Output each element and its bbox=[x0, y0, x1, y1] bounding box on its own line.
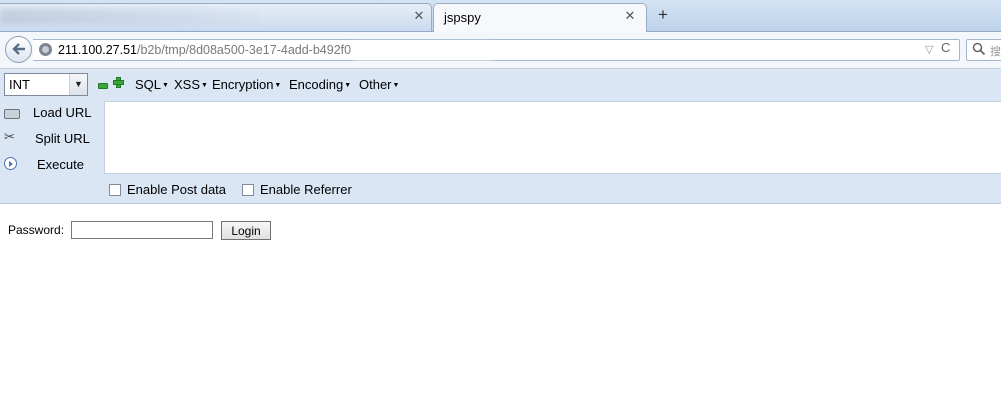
url-redaction bbox=[353, 42, 493, 60]
chevron-down-icon[interactable]: ▼ bbox=[69, 74, 87, 95]
enable-post-data-option[interactable]: Enable Post data bbox=[109, 182, 226, 198]
url-history-dropdown-icon[interactable]: ▽ bbox=[925, 43, 933, 56]
post-data-checkbox[interactable] bbox=[109, 184, 121, 196]
tab-strip: ✕ jspspy ✕ + bbox=[0, 0, 1001, 32]
menu-xss[interactable]: XSS▼ bbox=[174, 77, 208, 92]
url-host: 211.100.27.51 bbox=[58, 43, 138, 57]
menu-sql-label: SQL bbox=[135, 77, 162, 92]
password-label: Password: bbox=[8, 223, 65, 237]
enable-referrer-option[interactable]: Enable Referrer bbox=[242, 182, 352, 198]
search-box[interactable]: 搜 bbox=[966, 39, 1001, 61]
navigation-bar: 211.100.27.51/b2b/tmp/8d08a500-3e17-4add… bbox=[0, 32, 1001, 69]
menu-encoding[interactable]: Encoding▼ bbox=[289, 77, 351, 92]
back-arrow-svg bbox=[11, 43, 25, 55]
menu-xss-label: XSS bbox=[174, 77, 201, 92]
type-select-value: INT bbox=[9, 77, 30, 92]
execute-label: Execute bbox=[37, 157, 84, 172]
referrer-label: Enable Referrer bbox=[260, 182, 352, 197]
magnifier-svg bbox=[972, 42, 986, 56]
magnifier-icon[interactable] bbox=[972, 42, 986, 59]
menu-sql[interactable]: SQL▼ bbox=[135, 77, 169, 92]
close-tab-icon[interactable]: ✕ bbox=[623, 8, 637, 24]
menu-caret-icon: ▼ bbox=[201, 82, 208, 89]
url-path: /b2b/tmp/8d08a500-3e17-4add-b4 bbox=[137, 43, 327, 57]
url-bar[interactable]: 211.100.27.51/b2b/tmp/8d08a500-3e17-4add… bbox=[33, 39, 960, 61]
login-button[interactable]: Login bbox=[221, 221, 271, 240]
load-url-icon bbox=[4, 109, 20, 119]
split-url-button[interactable]: ✂ Split URL bbox=[0, 127, 104, 151]
load-url-button[interactable]: Load URL bbox=[0, 101, 104, 125]
scissors-icon: ✂ bbox=[4, 129, 15, 144]
search-engine-label: 搜 bbox=[990, 46, 1001, 58]
menu-encryption-label: Encryption bbox=[212, 77, 274, 92]
menu-caret-icon: ▼ bbox=[274, 82, 282, 89]
menu-caret-icon: ▼ bbox=[392, 82, 400, 89]
load-url-label: Load URL bbox=[33, 105, 92, 120]
plus-icon[interactable] bbox=[113, 77, 124, 88]
menu-other[interactable]: Other▼ bbox=[359, 77, 399, 92]
minus-icon[interactable] bbox=[98, 83, 108, 89]
globe-icon[interactable] bbox=[39, 43, 52, 56]
tab-previous[interactable]: ✕ bbox=[0, 3, 432, 31]
split-url-label: Split URL bbox=[35, 131, 90, 146]
new-tab-icon[interactable]: + bbox=[654, 6, 672, 24]
menu-encryption[interactable]: Encryption▼ bbox=[212, 77, 281, 92]
hackbar-url-textarea[interactable] bbox=[104, 101, 1001, 174]
url-text: 211.100.27.51/b2b/tmp/8d08a500-3e17-4add… bbox=[58, 43, 351, 57]
post-data-label: Enable Post data bbox=[127, 182, 227, 197]
play-icon bbox=[4, 157, 17, 170]
tab-jspspy[interactable]: jspspy ✕ bbox=[433, 3, 647, 32]
hackbar-toolbar: INT ▼ SQL▼ XSS▼ Encryption▼ Encoding▼ Ot… bbox=[0, 69, 1001, 204]
referrer-checkbox[interactable] bbox=[242, 184, 254, 196]
menu-other-label: Other bbox=[359, 77, 392, 92]
menu-caret-icon: ▼ bbox=[162, 82, 169, 89]
execute-button[interactable]: Execute bbox=[0, 153, 104, 177]
reload-icon[interactable]: C bbox=[941, 40, 950, 55]
menu-encoding-label: Encoding bbox=[289, 77, 344, 92]
back-arrow-icon[interactable] bbox=[5, 36, 32, 63]
page-content: Password: Login bbox=[0, 204, 1001, 401]
type-select[interactable]: INT ▼ bbox=[4, 73, 88, 96]
close-tab-icon[interactable]: ✕ bbox=[412, 8, 426, 24]
password-input[interactable] bbox=[71, 221, 213, 239]
tab-title: jspspy bbox=[444, 10, 481, 25]
tab-title-blurred bbox=[0, 8, 260, 24]
url-path-tail: 92f0 bbox=[326, 43, 352, 57]
menu-caret-icon: ▼ bbox=[344, 82, 352, 89]
